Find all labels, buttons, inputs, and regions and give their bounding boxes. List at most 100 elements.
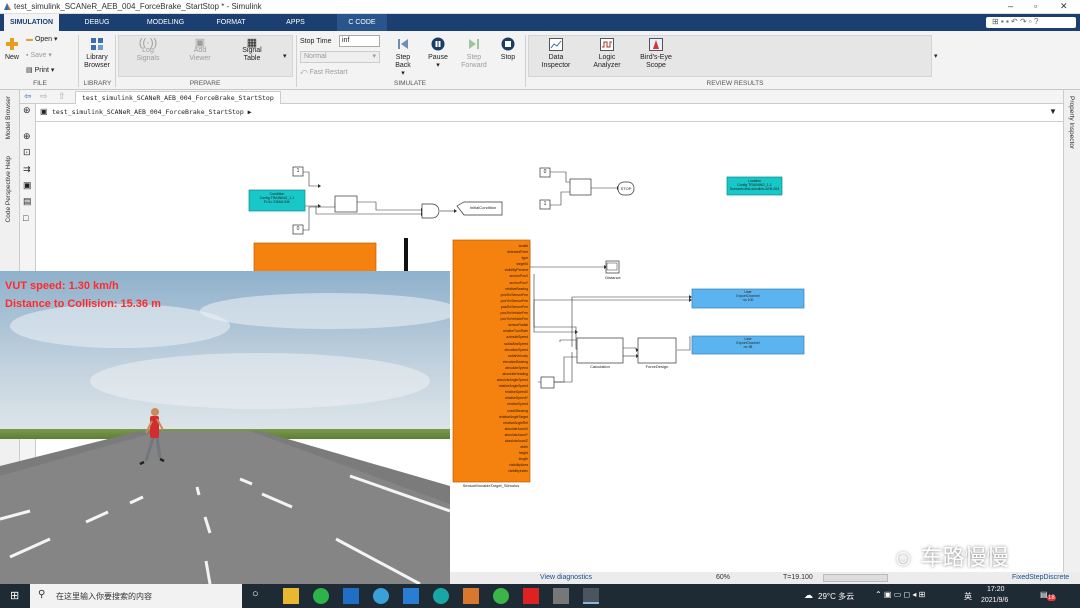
weather-text[interactable]: 29°C 多云 bbox=[818, 591, 854, 602]
force-design-block[interactable]: ForceDesign bbox=[638, 364, 676, 369]
chevron-down-icon[interactable]: ▼ bbox=[1049, 107, 1057, 116]
address-bar: ▣ test_simulink_SCANeR_AEB_004_ForceBrak… bbox=[36, 104, 1063, 122]
zoom-in-icon[interactable]: ⊕ bbox=[23, 131, 31, 142]
tab-debug[interactable]: DEBUG bbox=[72, 14, 122, 31]
model-browser-tab[interactable]: Model Browser bbox=[5, 96, 12, 139]
review-group-label: REVIEW RESULTS bbox=[706, 80, 764, 87]
fast-restart-label: Fast Restart bbox=[309, 69, 348, 76]
clock-date[interactable]: 2021/9/6 bbox=[981, 597, 1008, 604]
tab-simulation[interactable]: SIMULATION bbox=[4, 14, 59, 31]
image-icon[interactable]: ▣ bbox=[23, 180, 32, 191]
windows-start-icon[interactable]: ⊞ bbox=[10, 589, 19, 602]
taskbar: ⊞ ⚲ 在这里输入你要搜索的内容 ○ ☁ 29°C 多云 ⌃ ▣ ▭ ◻ ◂ ⊞… bbox=[0, 584, 1080, 608]
area-icon[interactable]: □ bbox=[23, 213, 28, 223]
save-button[interactable]: ▪ Save ▾ bbox=[26, 52, 52, 60]
print-label: Print bbox=[34, 67, 49, 74]
maximize-button[interactable]: ▫ bbox=[1034, 1, 1037, 11]
birds-eye-scope-button[interactable]: Bird's-Eye Scope bbox=[636, 38, 676, 70]
step-back-button[interactable]: Step Back ▾ bbox=[388, 37, 418, 78]
breadcrumb[interactable]: test_simulink_SCANeR_AEB_004_ForceBrake_… bbox=[52, 108, 252, 116]
location-block[interactable]: Location Config TRAINING_1-1 Scenario:te… bbox=[727, 179, 782, 191]
prepare-expand-button[interactable]: ▾ bbox=[283, 53, 287, 61]
stop-time-input[interactable]: inf bbox=[339, 35, 380, 47]
tab-format[interactable]: FORMAT bbox=[206, 14, 256, 31]
library-browser-label: Library Browser bbox=[84, 54, 110, 69]
step-back-label: Step Back bbox=[395, 54, 411, 69]
log-signals-button[interactable]: ((·)) Log Signals bbox=[132, 38, 164, 63]
back-arrow-icon[interactable]: ⇦ bbox=[24, 91, 32, 102]
pdf-icon[interactable] bbox=[523, 588, 539, 604]
property-inspector-tab[interactable]: Property Inspector bbox=[1068, 96, 1075, 149]
chevron-down-icon: ▾ bbox=[372, 53, 376, 60]
minimize-button[interactable]: – bbox=[1008, 1, 1013, 11]
simulate-group-label: SIMULATE bbox=[393, 80, 427, 87]
search-app-icon[interactable] bbox=[373, 588, 389, 604]
task-view-icon[interactable]: ○ bbox=[252, 588, 259, 600]
signal-table-label: Signal Table bbox=[242, 47, 262, 62]
todo-icon[interactable] bbox=[403, 588, 419, 604]
constant-block[interactable]: 0 bbox=[293, 226, 303, 232]
file-explorer-icon[interactable] bbox=[283, 588, 299, 604]
step-forward-button[interactable]: Step Forward bbox=[458, 37, 490, 70]
distance-scope-label: Distance bbox=[605, 275, 621, 280]
language-indicator[interactable]: 英 bbox=[964, 591, 972, 602]
tab-modeling[interactable]: MODELING bbox=[138, 14, 193, 31]
fast-restart-button[interactable]: ⤺ Fast Restart bbox=[300, 69, 348, 77]
print-button[interactable]: ▤ Print ▾ bbox=[26, 67, 54, 75]
step-back-icon bbox=[398, 39, 408, 49]
pause-button[interactable]: Pause ▾ bbox=[423, 37, 453, 70]
divider bbox=[115, 35, 116, 87]
user-export-block[interactable]: User ExportChannel no 100 bbox=[692, 290, 804, 302]
review-expand-button[interactable]: ▾ bbox=[934, 53, 938, 61]
tab-c-code[interactable]: C CODE bbox=[337, 14, 387, 31]
logic-analyzer-button[interactable]: Logic Analyzer bbox=[586, 38, 628, 70]
solver-name[interactable]: FixedStepDiscrete bbox=[1012, 574, 1069, 581]
progress-bar bbox=[823, 574, 888, 582]
app-green-icon[interactable] bbox=[313, 588, 329, 604]
clock-time[interactable]: 17:20 bbox=[987, 586, 1005, 593]
data-inspector-button[interactable]: Data Inspector bbox=[535, 38, 577, 70]
view-diagnostics-link[interactable]: View diagnostics bbox=[540, 574, 592, 581]
new-label: New bbox=[4, 54, 19, 61]
annotation-icon[interactable]: ▤ bbox=[23, 196, 32, 207]
constant-block[interactable]: 1 bbox=[293, 168, 303, 174]
up-arrow-icon[interactable]: ⇧ bbox=[58, 91, 66, 102]
add-viewer-label: Add Viewer bbox=[189, 47, 211, 62]
initialization-block[interactable]: Condition Config TRAINING_1-1 FULL SIMUL… bbox=[249, 192, 305, 204]
step-forward-icon bbox=[469, 39, 479, 49]
initial-condition-block[interactable]: InitialCondition bbox=[464, 205, 502, 210]
taskbar-search[interactable]: ⚲ 在这里输入你要搜索的内容 bbox=[30, 584, 242, 608]
library-browser-button[interactable]: Library Browser bbox=[82, 37, 112, 70]
stop-button[interactable]: Stop bbox=[495, 37, 521, 62]
calculation-block[interactable]: Calculation bbox=[577, 364, 623, 369]
user-export-block[interactable]: User ExportChannel no 98 bbox=[692, 337, 804, 349]
open-button[interactable]: ▬ Open ▾ bbox=[26, 36, 58, 44]
tab-apps[interactable]: APPS bbox=[273, 14, 318, 31]
divider bbox=[78, 35, 79, 87]
hide-browser-icon[interactable]: ⊛ bbox=[23, 105, 31, 116]
edge-icon[interactable] bbox=[433, 588, 449, 604]
outlook-icon[interactable] bbox=[343, 588, 359, 604]
step-forward-label: Step Forward bbox=[461, 54, 487, 69]
simulation-time: T=19.100 bbox=[783, 574, 813, 581]
add-viewer-button[interactable]: ▣ Add Viewer bbox=[184, 38, 216, 63]
simulink-taskbar-icon[interactable] bbox=[583, 588, 599, 604]
close-button[interactable]: ✕ bbox=[1060, 1, 1068, 12]
wechat-icon[interactable] bbox=[493, 588, 509, 604]
code-perspective-tab[interactable]: Code Perspective Help bbox=[5, 156, 12, 222]
stop-block[interactable]: STOP bbox=[618, 186, 634, 191]
model-tab[interactable]: test_simulink_SCANeR_AEB_004_ForceBrake_… bbox=[75, 91, 281, 104]
save-icon: ▪ bbox=[26, 52, 29, 59]
fit-view-icon[interactable]: ⊡ bbox=[23, 147, 31, 158]
constant-block[interactable]: 1 bbox=[540, 201, 550, 207]
new-button[interactable]: New bbox=[2, 37, 22, 62]
arrow-icon[interactable]: ⇉ bbox=[23, 164, 31, 175]
matlab-icon[interactable] bbox=[463, 588, 479, 604]
simulation-mode-select[interactable]: Normal ▾ bbox=[300, 51, 380, 63]
forward-arrow-icon[interactable]: ⇨ bbox=[40, 91, 48, 102]
tray-icons[interactable]: ⌃ ▣ ▭ ◻ ◂ ⊞ bbox=[875, 590, 925, 599]
app-gray-icon[interactable] bbox=[553, 588, 569, 604]
signal-table-button[interactable]: ▦ Signal Table bbox=[236, 38, 268, 63]
constant-block[interactable]: 0 bbox=[540, 169, 550, 175]
zoom-level: 60% bbox=[716, 574, 731, 581]
